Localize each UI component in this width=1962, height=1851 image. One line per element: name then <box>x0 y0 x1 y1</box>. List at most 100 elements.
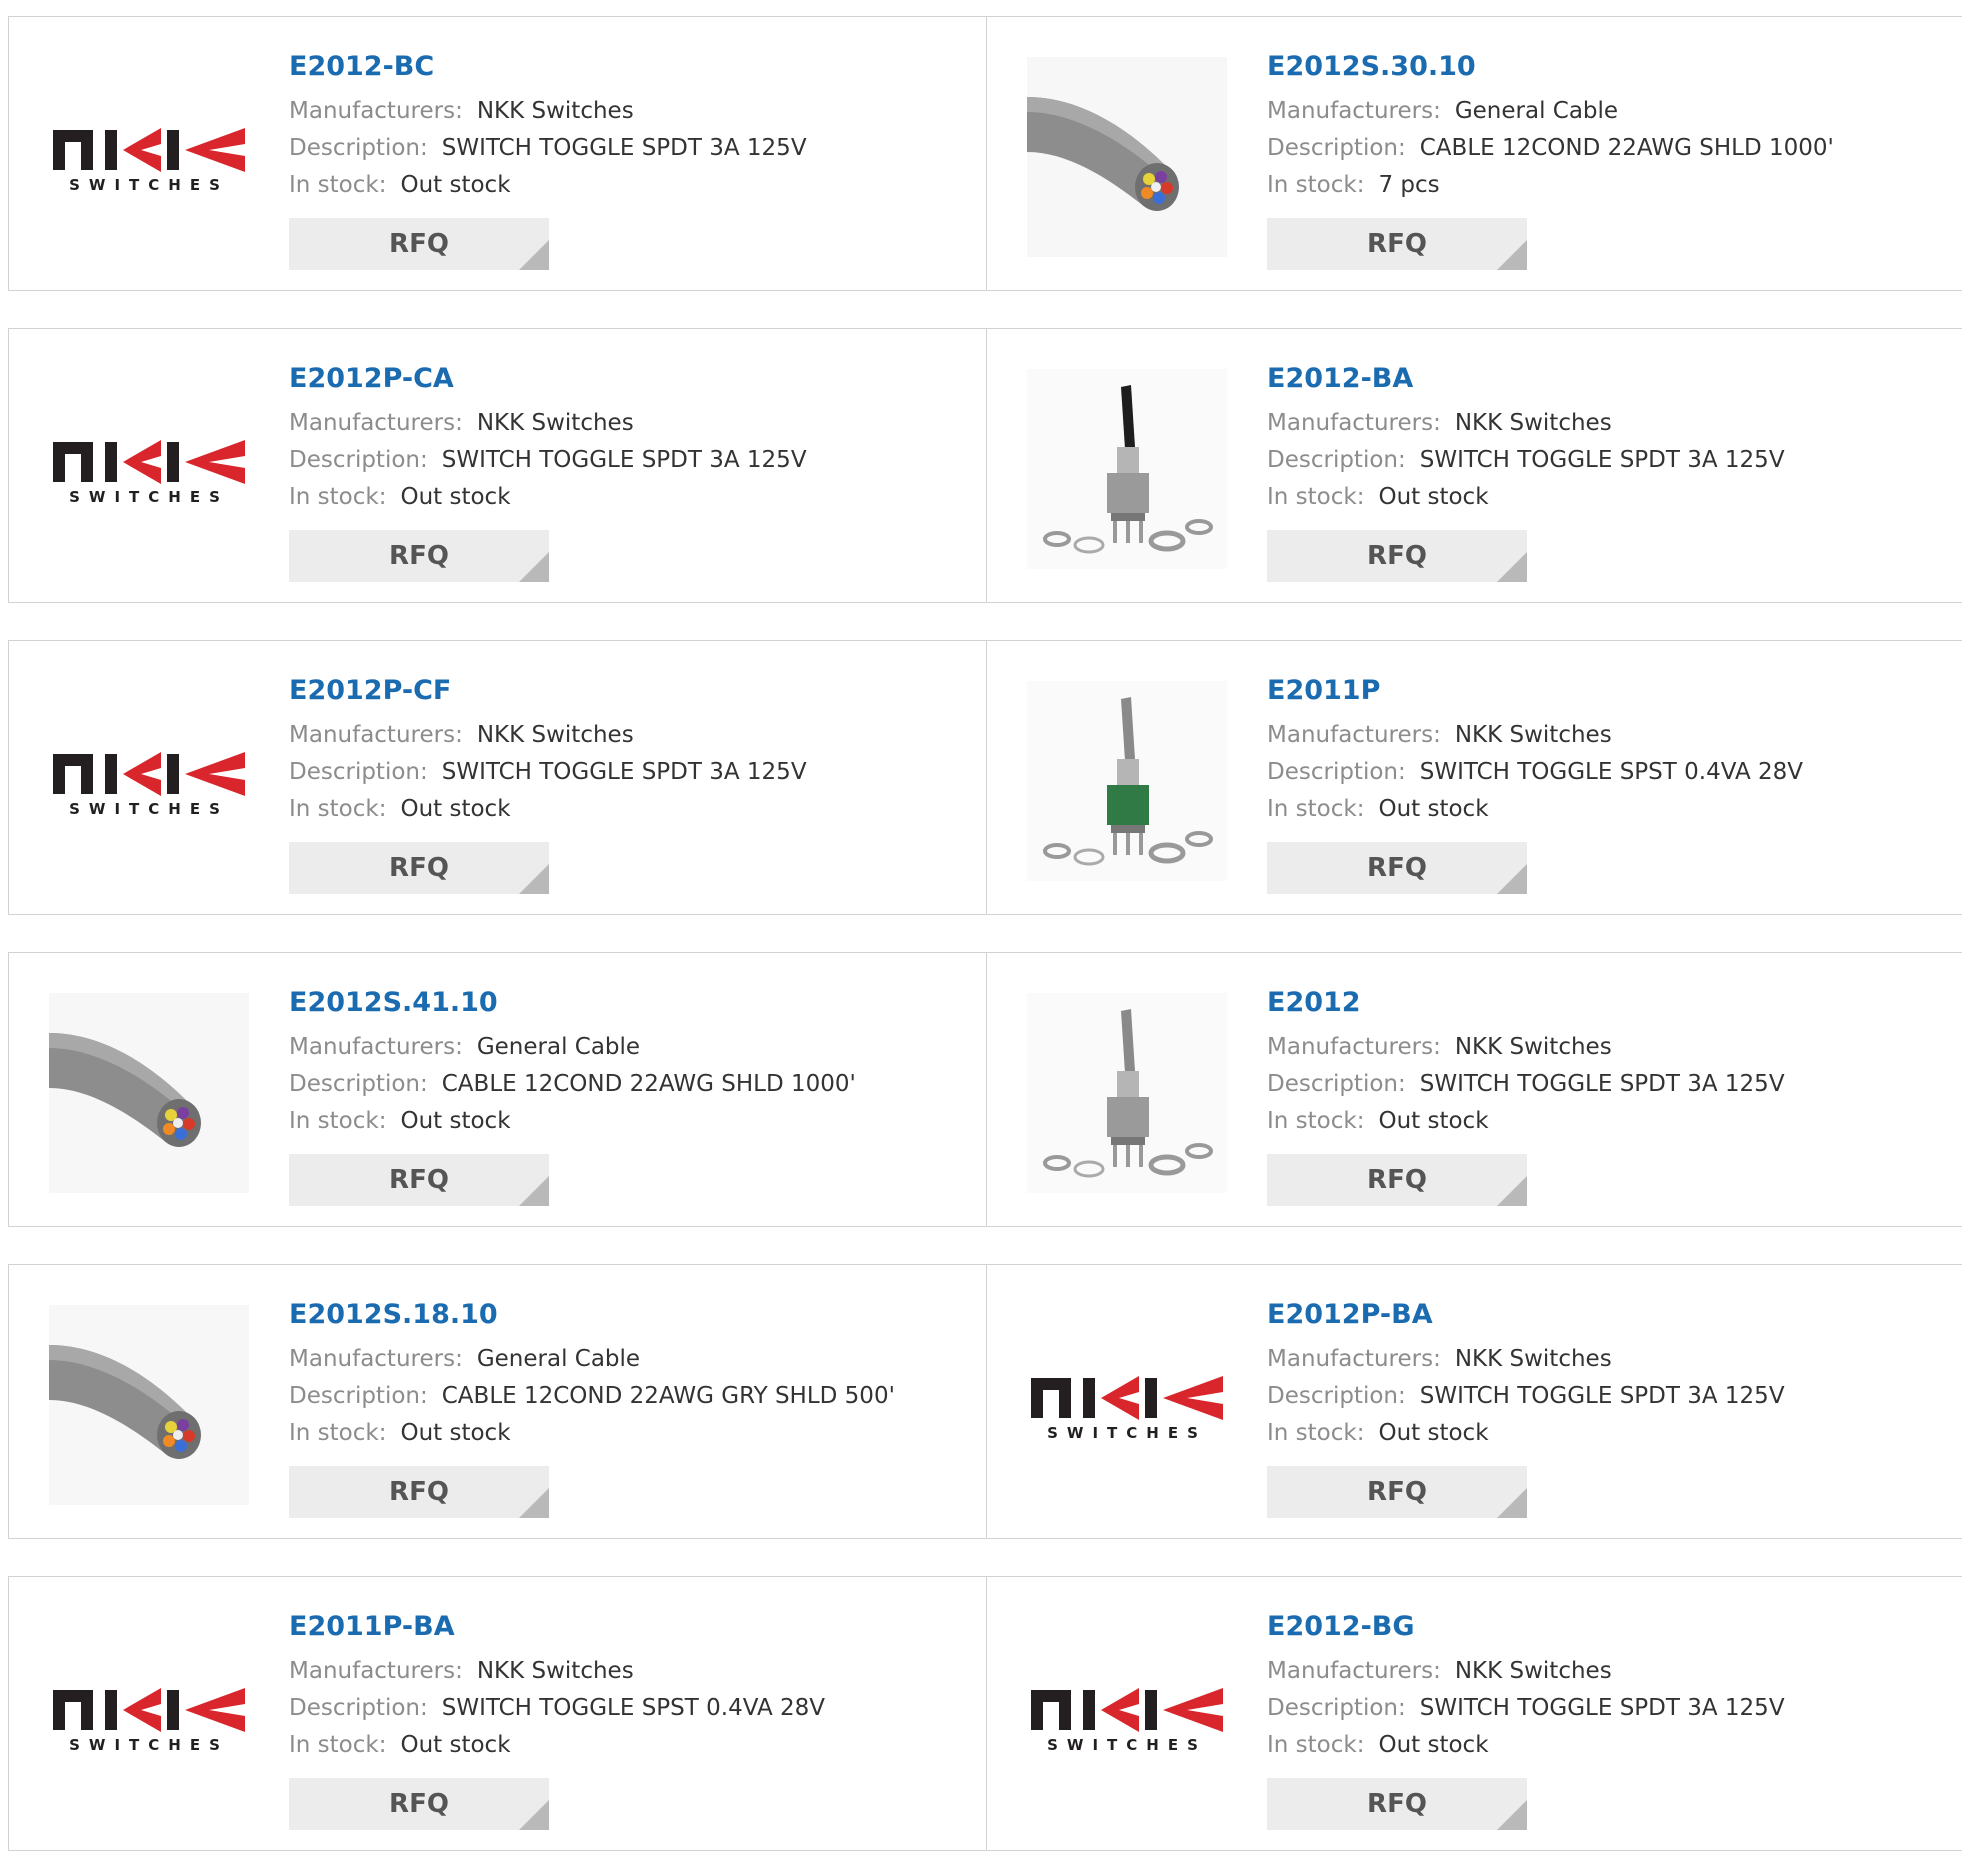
rfq-button[interactable]: RFQ <box>289 1154 549 1206</box>
nkk-switches-logo: SWITCHES <box>1027 1682 1227 1752</box>
part-number-link[interactable]: E2011P <box>1267 671 1803 711</box>
manufacturer-row: Manufacturers: NKK Switches <box>289 1653 825 1690</box>
part-number-link[interactable]: E2012P-BA <box>1267 1295 1785 1335</box>
nkk-switches-logo: SWITCHES <box>49 122 249 192</box>
corner-triangle-icon <box>1497 240 1527 270</box>
product-thumbnail[interactable] <box>49 993 249 1193</box>
product-thumbnail[interactable]: SWITCHES <box>49 681 249 881</box>
corner-triangle-icon <box>519 1800 549 1830</box>
product-thumbnail[interactable] <box>1027 57 1227 257</box>
rfq-label: RFQ <box>389 1789 449 1819</box>
manufacturer-label: Manufacturers: <box>1267 1346 1441 1372</box>
rfq-button[interactable]: RFQ <box>289 842 549 894</box>
description-label: Description: <box>1267 1695 1406 1721</box>
product-thumbnail[interactable]: SWITCHES <box>49 57 249 257</box>
rfq-button[interactable]: RFQ <box>1267 1154 1527 1206</box>
product-thumbnail[interactable] <box>1027 993 1227 1193</box>
product-card: E2011P Manufacturers: NKK Switches Descript… <box>986 640 1962 915</box>
stock-value: Out stock <box>1378 484 1489 510</box>
rfq-label: RFQ <box>389 541 449 571</box>
stock-row: In stock: Out stock <box>1267 1103 1785 1140</box>
description-row: Description: SWITCH TOGGLE SPDT 3A 125V <box>1267 442 1785 479</box>
description-label: Description: <box>289 1695 428 1721</box>
product-card: SWITCHES E2011P-BA Manufacturers: NKK Switc… <box>8 1576 988 1851</box>
product-thumbnail[interactable]: SWITCHES <box>1027 1305 1227 1505</box>
rfq-button[interactable]: RFQ <box>289 530 549 582</box>
product-info: E2012-BA Manufacturers: NKK Switches Descri… <box>1267 359 1785 582</box>
stock-label: In stock: <box>1267 172 1365 198</box>
manufacturer-row: Manufacturers: NKK Switches <box>1267 1341 1785 1378</box>
stock-label: In stock: <box>1267 1732 1365 1758</box>
part-number-link[interactable]: E2012S.30.10 <box>1267 47 1834 87</box>
rfq-button[interactable]: RFQ <box>289 1778 549 1830</box>
stock-label: In stock: <box>1267 1108 1365 1134</box>
part-number-link[interactable]: E2012P-CA <box>289 359 807 399</box>
part-number-link[interactable]: E2012-BG <box>1267 1607 1785 1647</box>
manufacturer-value: NKK Switches <box>476 1658 634 1684</box>
part-number-link[interactable]: E2012P-CF <box>289 671 807 711</box>
stock-row: In stock: Out stock <box>1267 1415 1785 1452</box>
corner-triangle-icon <box>519 864 549 894</box>
description-value: SWITCH TOGGLE SPDT 3A 125V <box>1419 1383 1785 1409</box>
product-info: E2011P Manufacturers: NKK Switches Descript… <box>1267 671 1803 894</box>
manufacturer-value: NKK Switches <box>1454 1034 1612 1060</box>
manufacturer-row: Manufacturers: NKK Switches <box>289 93 807 130</box>
product-thumbnail[interactable] <box>1027 369 1227 569</box>
corner-triangle-icon <box>519 1488 549 1518</box>
product-card: SWITCHES E2012P-BA Manufacturers: NKK Switc… <box>986 1264 1962 1539</box>
part-number-link[interactable]: E2011P-BA <box>289 1607 825 1647</box>
description-row: Description: SWITCH TOGGLE SPDT 3A 125V <box>1267 1378 1785 1415</box>
rfq-button[interactable]: RFQ <box>1267 842 1527 894</box>
nkk-switches-logo: SWITCHES <box>1027 1370 1227 1440</box>
part-number-link[interactable]: E2012S.41.10 <box>289 983 856 1023</box>
rfq-button[interactable]: RFQ <box>1267 1466 1527 1518</box>
description-label: Description: <box>1267 135 1406 161</box>
description-row: Description: SWITCH TOGGLE SPDT 3A 125V <box>1267 1690 1785 1727</box>
part-number-link[interactable]: E2012-BA <box>1267 359 1785 399</box>
description-row: Description: SWITCH TOGGLE SPDT 3A 125V <box>1267 1066 1785 1103</box>
stock-label: In stock: <box>1267 1420 1365 1446</box>
manufacturer-label: Manufacturers: <box>289 98 463 124</box>
corner-triangle-icon <box>1497 1176 1527 1206</box>
rfq-button[interactable]: RFQ <box>1267 530 1527 582</box>
manufacturer-value: NKK Switches <box>476 98 634 124</box>
nkk-switches-logo: SWITCHES <box>49 746 249 816</box>
product-thumbnail[interactable]: SWITCHES <box>1027 1617 1227 1817</box>
part-number-link[interactable]: E2012-BC <box>289 47 807 87</box>
rfq-button[interactable]: RFQ <box>289 1466 549 1518</box>
rfq-label: RFQ <box>389 1477 449 1507</box>
manufacturer-value: NKK Switches <box>1454 1346 1612 1372</box>
rfq-button[interactable]: RFQ <box>1267 1778 1527 1830</box>
manufacturer-label: Manufacturers: <box>1267 410 1441 436</box>
product-card: E2012S.18.10 Manufacturers: General Cable D… <box>8 1264 988 1539</box>
part-number-link[interactable]: E2012 <box>1267 983 1785 1023</box>
svg-text:SWITCHES: SWITCHES <box>69 1736 229 1752</box>
stock-row: In stock: Out stock <box>1267 791 1803 828</box>
manufacturer-row: Manufacturers: General Cable <box>289 1341 895 1378</box>
product-thumbnail[interactable] <box>49 1305 249 1505</box>
product-thumbnail[interactable]: SWITCHES <box>49 369 249 569</box>
description-value: CABLE 12COND 22AWG SHLD 1000' <box>441 1071 856 1097</box>
product-card: SWITCHES E2012P-CA Manufacturers: NKK Switc… <box>8 328 988 603</box>
rfq-button[interactable]: RFQ <box>289 218 549 270</box>
description-row: Description: SWITCH TOGGLE SPST 0.4VA 28V <box>1267 754 1803 791</box>
svg-text:SWITCHES: SWITCHES <box>69 176 229 192</box>
part-number-link[interactable]: E2012S.18.10 <box>289 1295 895 1335</box>
stock-row: In stock: Out stock <box>289 479 807 516</box>
rfq-label: RFQ <box>1367 1477 1427 1507</box>
description-value: CABLE 12COND 22AWG GRY SHLD 500' <box>441 1383 895 1409</box>
description-value: SWITCH TOGGLE SPST 0.4VA 28V <box>1419 759 1804 785</box>
corner-triangle-icon <box>1497 1800 1527 1830</box>
corner-triangle-icon <box>519 240 549 270</box>
stock-row: In stock: Out stock <box>289 1727 825 1764</box>
stock-row: In stock: Out stock <box>289 791 807 828</box>
toggle-switch-image <box>1027 993 1227 1193</box>
manufacturer-label: Manufacturers: <box>289 1658 463 1684</box>
rfq-button[interactable]: RFQ <box>1267 218 1527 270</box>
rfq-label: RFQ <box>1367 1165 1427 1195</box>
product-info: E2012 Manufacturers: NKK Switches Descripti… <box>1267 983 1785 1206</box>
product-thumbnail[interactable] <box>1027 681 1227 881</box>
product-card: E2012S.30.10 Manufacturers: General Cable D… <box>986 16 1962 291</box>
product-card: SWITCHES E2012-BG Manufacturers: NKK Switch… <box>986 1576 1962 1851</box>
product-thumbnail[interactable]: SWITCHES <box>49 1617 249 1817</box>
